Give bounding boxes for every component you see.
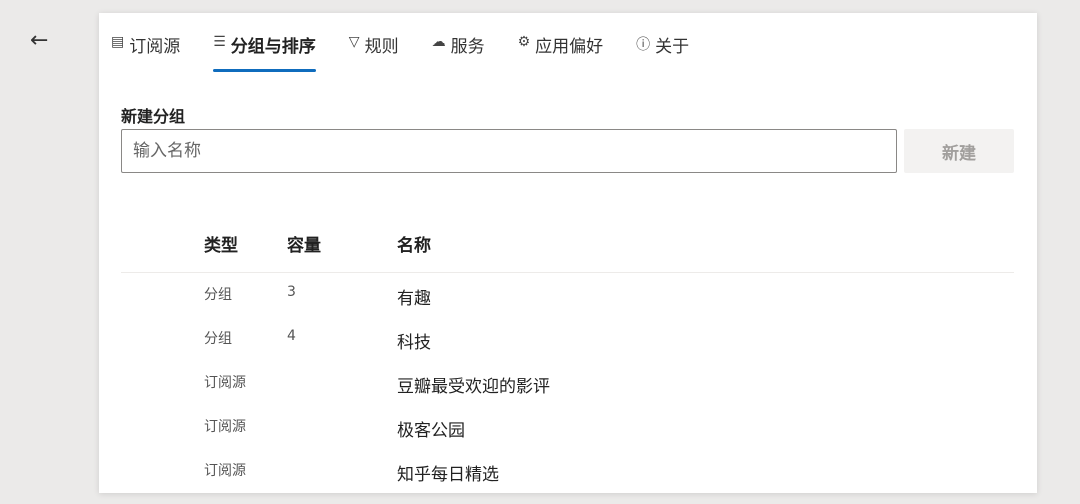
tab-bar: ▤ 订阅源 ☰ 分组与排序 ▽ 规则 ☁ 服务 ⚙ 应用偏好 ⓘ 关于 [111,29,722,73]
header-count: 容量 [287,236,321,256]
table-row[interactable]: 分组 3 有趣 [121,284,1014,328]
tab-label: 服务 [450,37,485,57]
row-name: 豆瓣最受欢迎的影评 [397,377,550,397]
filter-icon: ▽ [348,34,360,50]
row-name: 知乎每日精选 [397,465,499,485]
tab-feeds[interactable]: ▤ 订阅源 [111,29,180,73]
row-type: 分组 [204,287,232,303]
table-divider [121,272,1014,273]
row-name: 科技 [397,333,431,353]
tab-groups-sorting[interactable]: ☰ 分组与排序 [213,29,316,73]
create-group-button[interactable]: 新建 [904,129,1014,173]
table-row[interactable]: 订阅源 豆瓣最受欢迎的影评 [121,372,1014,416]
new-group-label: 新建分组 [121,107,186,126]
tab-label: 应用偏好 [535,37,604,57]
row-type: 订阅源 [204,463,246,479]
table-row[interactable]: 订阅源 极客公园 [121,416,1014,460]
group-name-input[interactable] [121,129,897,173]
tab-services[interactable]: ☁ 服务 [432,29,485,73]
list-icon: ☰ [213,34,226,50]
row-type: 订阅源 [204,375,246,391]
table-row[interactable]: 订阅源 知乎每日精选 [121,460,1014,504]
row-count: 4 [287,328,296,344]
tab-rules[interactable]: ▽ 规则 [349,29,399,73]
gear-icon: ⚙ [517,34,531,50]
cloud-upload-icon: ☁ [431,34,446,50]
table-row[interactable]: 分组 4 科技 [121,328,1014,372]
row-name: 极客公园 [397,421,465,441]
row-type: 分组 [204,331,232,347]
info-icon: ⓘ [636,37,651,53]
back-button[interactable]: ← [30,28,48,53]
tab-label: 订阅源 [129,37,181,57]
tab-label: 规则 [364,37,399,57]
settings-panel: ▤订阅源 ☰分组与排序 ▽规则 ☁服务 ⚙应用偏好 ⓘ关于 新建分组 新建 类型… [99,13,1037,493]
feed-icon: ▤ [111,34,125,50]
tab-preferences[interactable]: ⚙ 应用偏好 [518,29,604,73]
header-name: 名称 [397,236,431,256]
row-count: 3 [287,284,296,300]
tab-about[interactable]: ⓘ 关于 [636,29,689,73]
tab-label: 关于 [655,37,690,57]
tab-label: 分组与排序 [230,37,316,57]
row-name: 有趣 [397,289,431,309]
arrow-left-icon: ← [30,28,49,53]
header-type: 类型 [204,236,238,256]
row-type: 订阅源 [204,419,246,435]
